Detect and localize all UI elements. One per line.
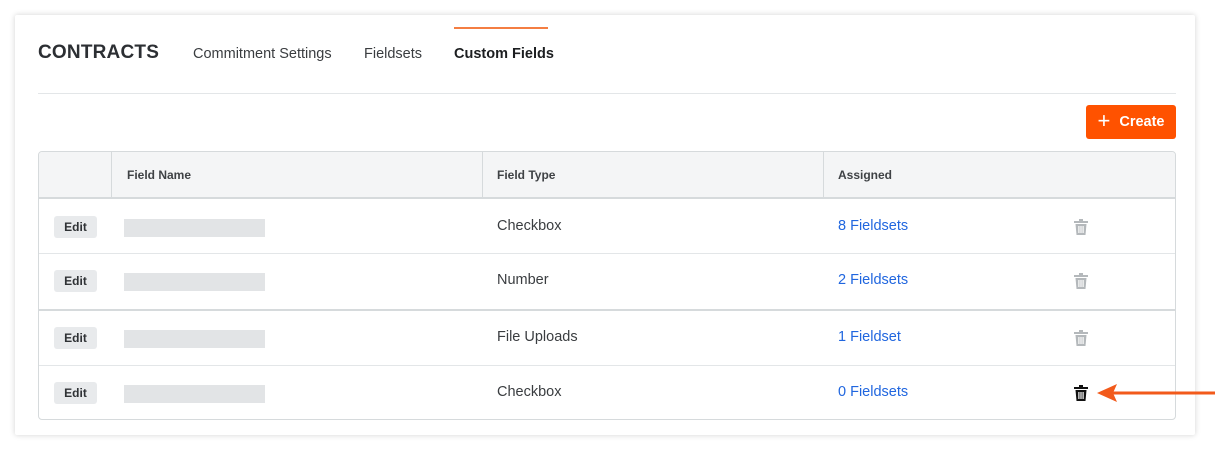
active-tab-indicator <box>454 27 548 29</box>
tab-custom-fields[interactable]: Custom Fields <box>454 46 554 62</box>
trash-icon[interactable] <box>1074 385 1088 401</box>
trash-icon[interactable] <box>1074 330 1088 346</box>
edit-button[interactable]: Edit <box>54 270 97 292</box>
column-divider <box>111 152 112 198</box>
field-type-cell: Checkbox <box>497 218 562 234</box>
assigned-fieldsets-link[interactable]: 0 Fieldsets <box>838 384 908 400</box>
create-button[interactable]: + Create <box>1086 105 1176 139</box>
field-name-placeholder <box>124 330 265 348</box>
field-type-cell: Checkbox <box>497 384 562 400</box>
plus-icon: + <box>1097 108 1111 133</box>
arrow-icon <box>1097 384 1215 402</box>
field-type-cell: File Uploads <box>497 329 578 345</box>
tab-fieldsets[interactable]: Fieldsets <box>364 46 422 62</box>
column-divider <box>482 152 483 198</box>
field-type-cell: Number <box>497 272 549 288</box>
table-row: Edit File Uploads 1 Fieldset <box>39 311 1175 366</box>
table-row: Edit Number 2 Fieldsets <box>39 254 1175 311</box>
header-divider <box>38 93 1176 94</box>
column-header-field-type[interactable]: Field Type <box>497 168 555 182</box>
field-name-placeholder <box>124 219 265 237</box>
table-header: Field Name Field Type Assigned <box>39 152 1175 199</box>
tab-commitment-settings[interactable]: Commitment Settings <box>193 46 332 62</box>
column-header-assigned[interactable]: Assigned <box>838 168 892 182</box>
table-row: Edit Checkbox 8 Fieldsets <box>39 200 1175 254</box>
create-button-label: Create <box>1119 114 1165 130</box>
table-row: Edit Checkbox 0 Fieldsets <box>39 366 1175 419</box>
trash-icon[interactable] <box>1074 219 1088 235</box>
trash-icon[interactable] <box>1074 273 1088 289</box>
custom-fields-table: Field Name Field Type Assigned Edit Chec… <box>38 151 1176 420</box>
assigned-fieldsets-link[interactable]: 2 Fieldsets <box>838 272 908 288</box>
field-name-placeholder <box>124 385 265 403</box>
assigned-fieldsets-link[interactable]: 8 Fieldsets <box>838 218 908 234</box>
column-header-field-name[interactable]: Field Name <box>127 168 191 182</box>
page-header: CONTRACTS Commitment Settings Fieldsets … <box>38 42 1176 82</box>
column-divider <box>823 152 824 198</box>
edit-button[interactable]: Edit <box>54 327 97 349</box>
edit-button[interactable]: Edit <box>54 216 97 238</box>
field-name-placeholder <box>124 273 265 291</box>
assigned-fieldsets-link[interactable]: 1 Fieldset <box>838 329 901 345</box>
page-title: CONTRACTS <box>38 42 160 63</box>
edit-button[interactable]: Edit <box>54 382 97 404</box>
